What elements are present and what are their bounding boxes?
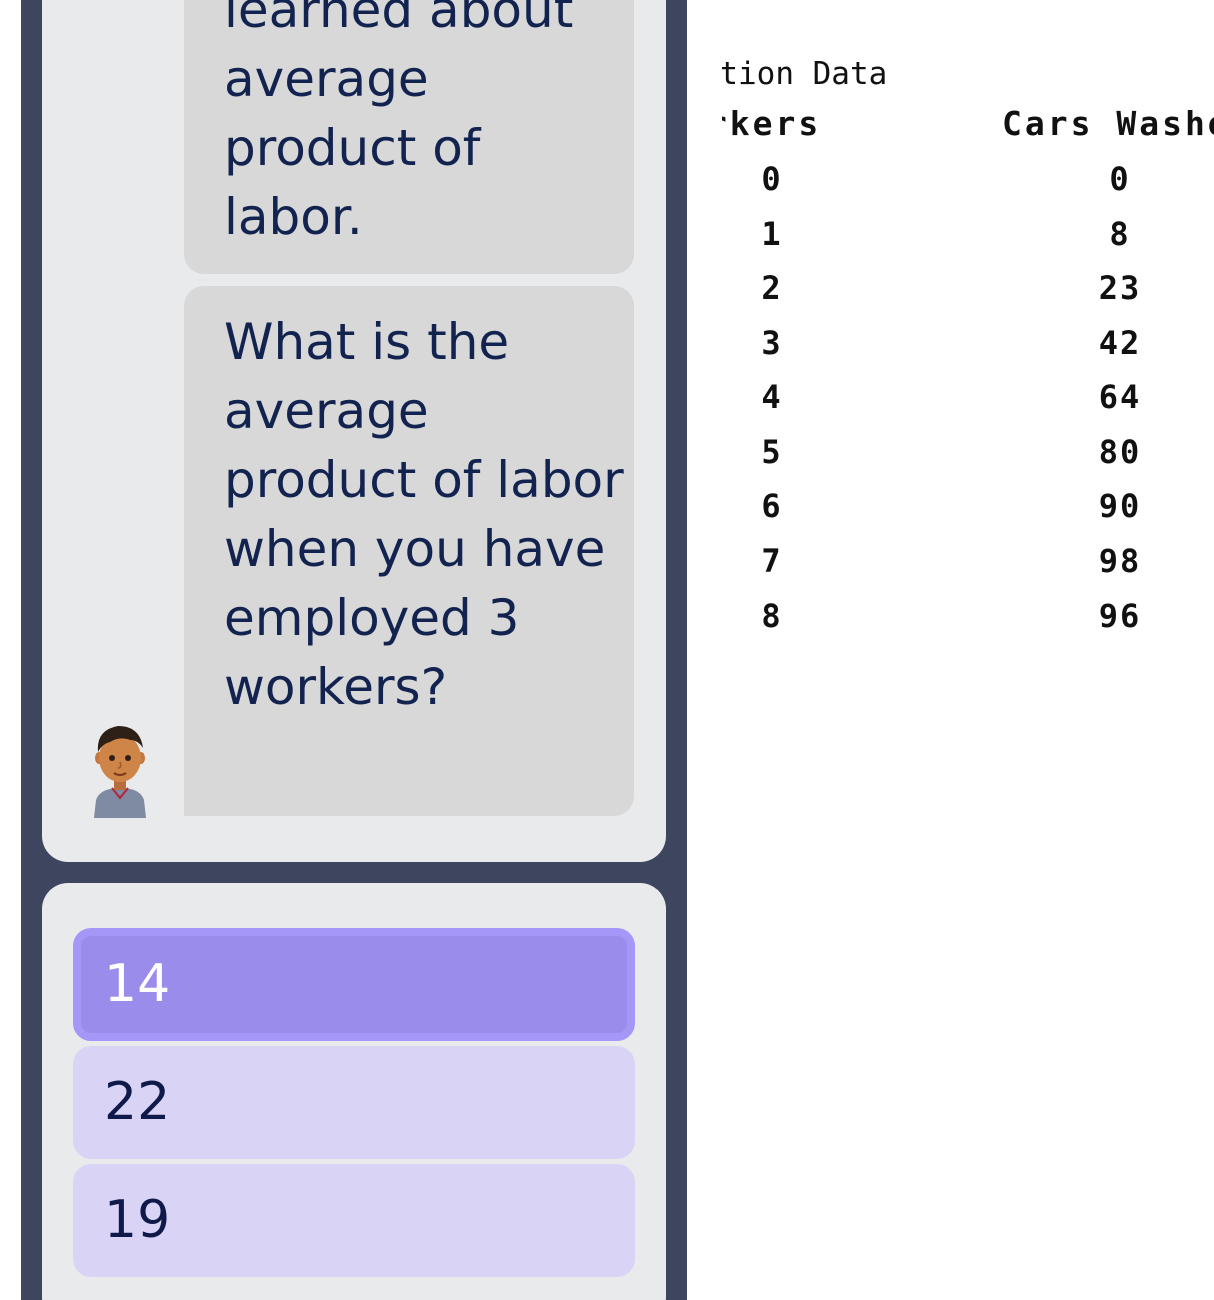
table-cell-cars: 23 — [1098, 269, 1142, 307]
table-cell-workers: 3 — [761, 324, 783, 362]
column-header-workers: orkers — [722, 104, 822, 143]
question-bubble: What is the average product of labor whe… — [184, 286, 634, 816]
table-cell-cars: 80 — [1098, 433, 1142, 471]
table-cell-workers: 4 — [761, 378, 783, 416]
table-cell-cars: 90 — [1098, 487, 1142, 525]
table-cell-cars: 42 — [1098, 324, 1142, 362]
table-cell-workers: 6 — [761, 487, 783, 525]
production-data-panel: uction Data orkers Cars Washe 0 0 1 8 2 … — [722, 0, 1214, 1300]
table-cell-workers: 2 — [761, 269, 783, 307]
table-cell-workers: 7 — [761, 542, 783, 580]
chat-bubble-text: learned about average product of labor. — [224, 0, 574, 246]
question-text: What is the average product of labor whe… — [224, 313, 624, 716]
table-cell-workers: 1 — [761, 215, 783, 253]
table-cell-workers: 0 — [761, 160, 783, 198]
table-cell-cars: 96 — [1098, 597, 1142, 635]
table-cell-cars: 8 — [1109, 215, 1131, 253]
table-cell-cars: 98 — [1098, 542, 1142, 580]
chat-panel: learned about average product of labor. … — [21, 0, 687, 1300]
table-cell-workers: 5 — [761, 433, 783, 471]
message-card: learned about average product of labor. … — [42, 0, 666, 862]
column-header-cars-washed: Cars Washe — [1002, 104, 1214, 143]
answer-option-22[interactable]: 22 — [73, 1046, 635, 1159]
tutor-avatar-icon — [94, 726, 146, 818]
answer-options-card: 14 22 19 — [42, 883, 666, 1300]
table-title: uction Data — [722, 56, 888, 92]
table-cell-cars: 0 — [1109, 160, 1131, 198]
table-cell-workers: 8 — [761, 597, 783, 635]
answer-option-19[interactable]: 19 — [73, 1164, 635, 1277]
table-cell-cars: 64 — [1098, 378, 1142, 416]
answer-option-14[interactable]: 14 — [73, 928, 635, 1041]
chat-bubble: learned about average product of labor. — [184, 0, 634, 274]
